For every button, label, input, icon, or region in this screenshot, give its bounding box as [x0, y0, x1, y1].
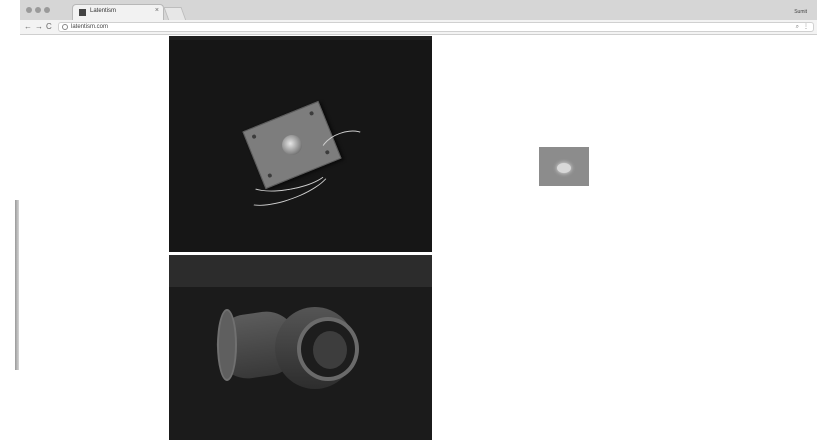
thumbnail-image[interactable] — [539, 147, 589, 186]
tab-strip: Latentism × Sumit — [20, 0, 817, 21]
browser-toolbar: ← → C latentism.com ⌕ ⋮ — [20, 20, 817, 35]
close-tab-icon[interactable]: × — [155, 6, 159, 16]
reload-icon[interactable]: C — [46, 21, 52, 33]
product-image-pipe-elbow[interactable] — [169, 255, 432, 440]
favicon-icon — [79, 9, 86, 16]
zoom-icon[interactable]: ⌕ — [796, 23, 799, 31]
photo-backdrop — [169, 255, 432, 287]
screw — [251, 133, 257, 140]
address-bar[interactable]: latentism.com ⌕ ⋮ — [58, 22, 814, 32]
tab-title: Latentism — [90, 8, 117, 14]
close-window-icon[interactable] — [26, 7, 32, 13]
screw — [308, 110, 315, 116]
pipe-rim — [217, 309, 237, 381]
window-edge — [15, 200, 19, 370]
maximize-window-icon[interactable] — [44, 7, 50, 13]
url-text: latentism.com — [71, 24, 109, 30]
menu-icon[interactable]: ⋮ — [803, 23, 809, 31]
pipe-elbow — [212, 295, 367, 400]
back-icon[interactable]: ← — [24, 21, 32, 33]
thumbnail-object — [557, 163, 571, 173]
site-info-icon[interactable] — [62, 24, 68, 30]
profile-name[interactable]: Sumit — [794, 9, 807, 15]
tab-latentism[interactable]: Latentism × — [72, 4, 164, 20]
new-tab-button[interactable] — [163, 7, 187, 21]
product-image-switch-plate[interactable] — [169, 36, 432, 252]
pipe-interior — [313, 331, 347, 369]
minimize-window-icon[interactable] — [35, 7, 41, 13]
forward-icon[interactable]: → — [35, 21, 43, 33]
switch-knob — [278, 131, 306, 159]
